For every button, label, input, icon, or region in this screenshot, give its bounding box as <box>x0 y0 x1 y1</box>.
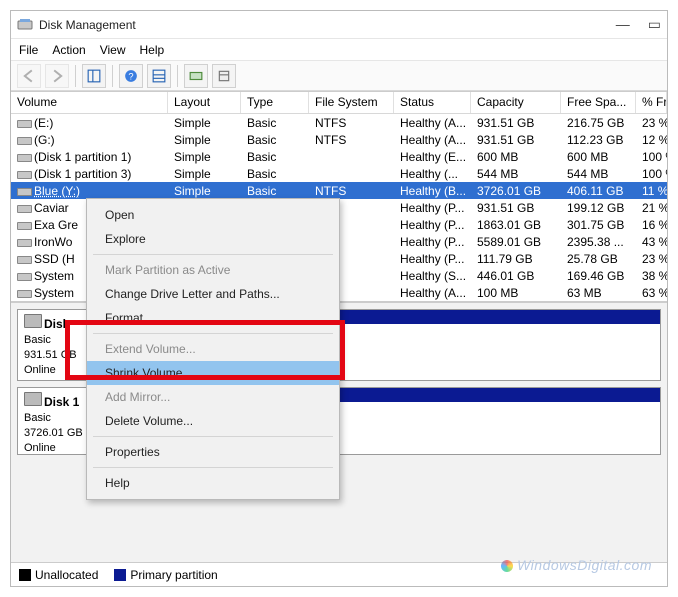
col-pct[interactable]: % Free <box>636 92 667 113</box>
menubar: File Action View Help <box>11 39 667 61</box>
swatch-primary <box>114 569 126 581</box>
swatch-unallocated <box>19 569 31 581</box>
ctx-delete[interactable]: Delete Volume... <box>87 409 339 433</box>
volume-icon <box>17 135 30 145</box>
back-button[interactable] <box>17 64 41 88</box>
volume-icon <box>17 186 30 196</box>
menu-view[interactable]: View <box>100 43 126 57</box>
menu-help[interactable]: Help <box>140 43 165 57</box>
watermark: WindowsDigital.com <box>501 557 652 573</box>
list-button[interactable] <box>147 64 171 88</box>
table-row[interactable]: (G:)SimpleBasicNTFSHealthy (A...931.51 G… <box>11 131 667 148</box>
help-button[interactable]: ? <box>119 64 143 88</box>
col-layout[interactable]: Layout <box>168 92 241 113</box>
volume-icon <box>17 152 30 162</box>
column-headers[interactable]: Volume Layout Type File System Status Ca… <box>11 92 667 114</box>
toolbar: ? <box>11 61 667 91</box>
ctx-add-mirror: Add Mirror... <box>87 385 339 409</box>
ctx-properties[interactable]: Properties <box>87 440 339 464</box>
forward-button[interactable] <box>45 64 69 88</box>
col-status[interactable]: Status <box>394 92 471 113</box>
ctx-help[interactable]: Help <box>87 471 339 495</box>
ctx-open[interactable]: Open <box>87 203 339 227</box>
titlebar: Disk Management ― ▭ <box>11 11 667 39</box>
ctx-shrink[interactable]: Shrink Volume... <box>87 361 339 385</box>
refresh-button[interactable] <box>184 64 208 88</box>
volume-icon <box>17 220 30 230</box>
col-capacity[interactable]: Capacity <box>471 92 561 113</box>
volume-icon <box>17 254 30 264</box>
ctx-mark-active: Mark Partition as Active <box>87 258 339 282</box>
properties-button[interactable] <box>212 64 236 88</box>
col-free[interactable]: Free Spa... <box>561 92 636 113</box>
col-volume[interactable]: Volume <box>11 92 168 113</box>
ctx-format[interactable]: Format... <box>87 306 339 330</box>
menu-action[interactable]: Action <box>52 43 85 57</box>
col-type[interactable]: Type <box>241 92 309 113</box>
col-fs[interactable]: File System <box>309 92 394 113</box>
menu-file[interactable]: File <box>19 43 38 57</box>
context-menu: Open Explore Mark Partition as Active Ch… <box>86 198 340 500</box>
ctx-change-letter[interactable]: Change Drive Letter and Paths... <box>87 282 339 306</box>
panes-button[interactable] <box>82 64 106 88</box>
volume-icon <box>17 271 30 281</box>
app-icon <box>17 17 33 33</box>
volume-icon <box>17 237 30 247</box>
volume-icon <box>17 118 30 128</box>
table-row[interactable]: (E:)SimpleBasicNTFSHealthy (A...931.51 G… <box>11 114 667 131</box>
volume-icon <box>17 288 30 298</box>
table-row[interactable]: Blue (Y:)SimpleBasicNTFSHealthy (B...372… <box>11 182 667 199</box>
window-title: Disk Management <box>39 18 136 32</box>
ctx-explore[interactable]: Explore <box>87 227 339 251</box>
disk-icon <box>24 392 42 406</box>
table-row[interactable]: (Disk 1 partition 1)SimpleBasicHealthy (… <box>11 148 667 165</box>
disk-icon <box>24 314 42 328</box>
minimize-button[interactable]: ― <box>616 16 630 33</box>
table-row[interactable]: (Disk 1 partition 3)SimpleBasicHealthy (… <box>11 165 667 182</box>
svg-text:?: ? <box>128 71 133 81</box>
ctx-extend: Extend Volume... <box>87 337 339 361</box>
volume-icon <box>17 203 30 213</box>
maximize-button[interactable]: ▭ <box>648 16 661 33</box>
volume-icon <box>17 169 30 179</box>
